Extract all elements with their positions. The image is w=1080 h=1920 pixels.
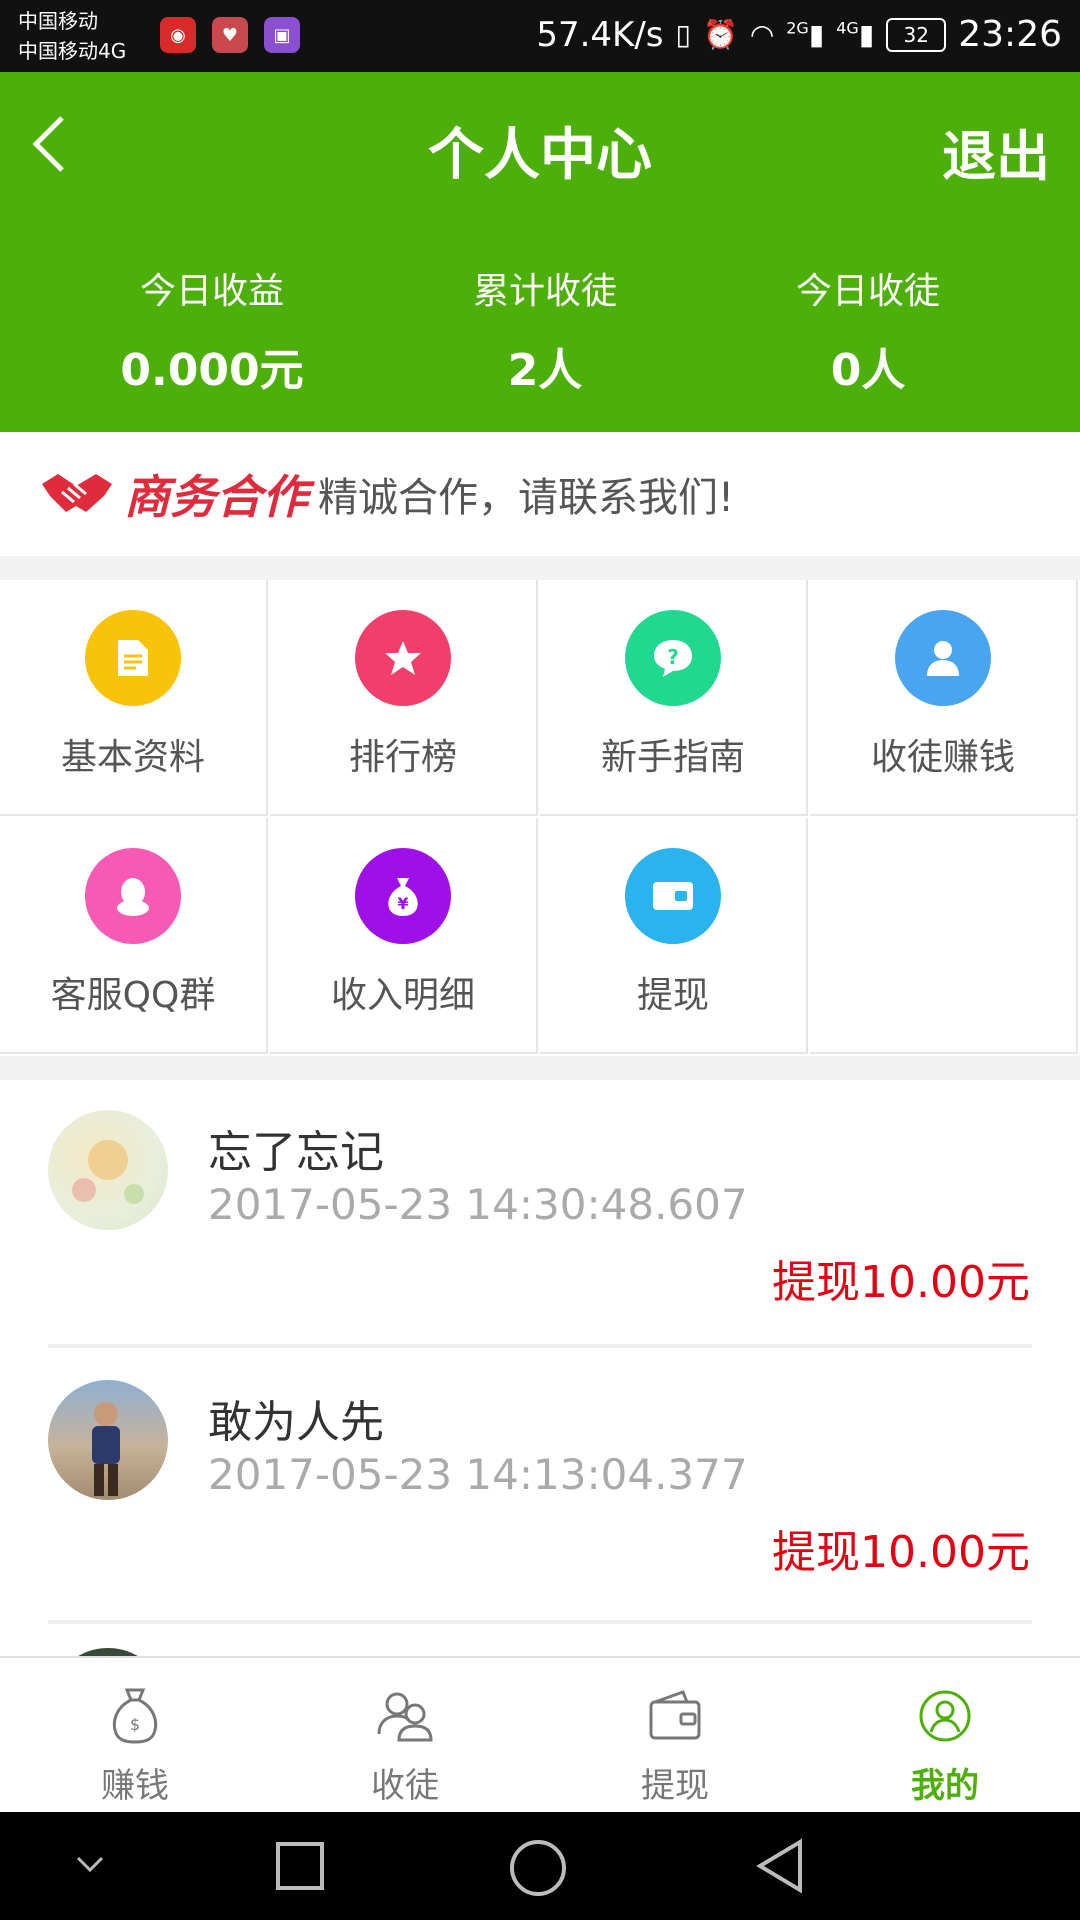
person-icon (895, 610, 991, 706)
menu-basic-info[interactable]: 基本资料 (0, 580, 268, 816)
stat-label: 累计收徒 (472, 271, 617, 312)
menu-empty-cell (810, 818, 1078, 1054)
business-cooperation-banner[interactable]: 商务合作 精诚合作，请联系我们! (0, 432, 1080, 556)
header: 个人中心 退出 今日收益 0.000元 累计收徒 2人 今日收徒 0人 (0, 72, 1080, 432)
tab-label: 我的 (911, 1766, 979, 1806)
svg-text:?: ? (667, 645, 679, 669)
divider (48, 1620, 1032, 1624)
menu-beginner-guide[interactable]: ? 新手指南 (540, 580, 808, 816)
back-button[interactable] (752, 1838, 808, 1894)
user-circle-icon (919, 1690, 971, 1742)
menu-ranking[interactable]: 排行榜 (270, 580, 538, 816)
document-icon (85, 610, 181, 706)
banner-text: 精诚合作，请联系我们! (318, 475, 735, 521)
banner-logo: 商务合作 (38, 461, 308, 527)
gallery-app-icon: ▣ (264, 17, 300, 53)
menu-label: 基本资料 (60, 737, 205, 778)
money-bag-icon: $ (112, 1688, 158, 1744)
status-bar: 中国移动 中国移动4G ◉ ♥ ▣ 57.4K/s ▯ ⏰ ◠ 2G▮ 4G▮ … (0, 0, 1080, 72)
wallet-icon (625, 848, 721, 944)
stat-value: 0.000元 (120, 345, 304, 396)
health-app-icon: ♥ (212, 17, 248, 53)
tab-mine[interactable]: 我的 (810, 1658, 1080, 1814)
signal-2g-icon: 2G▮ (786, 18, 825, 51)
record-name: 敢为人先 (208, 1397, 384, 1448)
stat-label: 今日收益 (139, 271, 284, 312)
stat-label: 今日收徒 (795, 271, 940, 312)
qq-penguin-icon (85, 848, 181, 944)
notification-icons: ◉ ♥ ▣ (160, 17, 300, 53)
menu-label: 提现 (636, 975, 709, 1016)
menu-label: 客服QQ群 (50, 975, 216, 1016)
tab-recruit[interactable]: 收徒 (270, 1658, 540, 1814)
clock: 23:26 (958, 14, 1062, 55)
tab-label: 收徒 (371, 1766, 439, 1806)
vibrate-icon: ▯ (675, 18, 691, 51)
battery-icon: 32 (886, 17, 947, 52)
star-icon (355, 610, 451, 706)
menu-label: 新手指南 (600, 737, 745, 778)
carrier-2: 中国移动4G (18, 39, 127, 63)
carrier-info: 中国移动 中国移动4G (18, 6, 126, 66)
stat-value: 2人 (507, 345, 583, 396)
status-right: 57.4K/s ▯ ⏰ ◠ 2G▮ 4G▮ 32 23:26 (536, 14, 1062, 55)
tab-withdraw[interactable]: 提现 (540, 1658, 810, 1814)
stat-total-disciples: 累计收徒 2人 (415, 262, 675, 398)
banner-brand: 商务合作 (124, 470, 308, 524)
stat-today-income: 今日收益 0.000元 (82, 262, 342, 398)
list-item[interactable]: 敢为人先 2017-05-23 14:13:04.377 提现10.00元 (0, 1350, 1080, 1620)
stat-today-disciples: 今日收徒 0人 (738, 262, 998, 398)
chevron-down-icon[interactable] (72, 1852, 108, 1876)
system-nav-bar (0, 1812, 1080, 1920)
avatar (48, 1380, 168, 1500)
carrier-1: 中国移动 (18, 9, 98, 33)
record-amount: 提现10.00元 (772, 1527, 1030, 1578)
menu-withdraw[interactable]: 提现 (540, 818, 808, 1054)
money-bag-icon: ¥ (355, 848, 451, 944)
alarm-icon: ⏰ (702, 18, 738, 51)
home-button[interactable] (508, 1838, 568, 1898)
tab-label: 赚钱 (101, 1766, 169, 1806)
tab-label: 提现 (641, 1766, 709, 1806)
menu-income-details[interactable]: ¥ 收入明细 (270, 818, 538, 1054)
menu-label: 收徒赚钱 (870, 737, 1015, 778)
page-title: 个人中心 (428, 123, 652, 188)
menu-recruit-earn[interactable]: 收徒赚钱 (810, 580, 1078, 816)
music-app-icon: ◉ (160, 17, 196, 53)
wifi-icon: ◠ (749, 18, 775, 51)
record-name: 忘了忘记 (208, 1127, 384, 1178)
withdraw-record-list: 忘了忘记 2017-05-23 14:30:48.607 提现10.00元 敢为… (0, 1080, 1080, 1660)
bottom-tab-bar: $ 赚钱 收徒 提现 我的 (0, 1656, 1080, 1814)
stat-value: 0人 (830, 345, 906, 396)
people-icon (377, 1692, 433, 1742)
tab-earn[interactable]: $ 赚钱 (0, 1658, 270, 1814)
svg-text:¥: ¥ (397, 894, 408, 913)
divider (48, 1344, 1032, 1348)
menu-label: 排行榜 (348, 737, 457, 778)
menu-label: 收入明细 (330, 975, 475, 1016)
record-amount: 提现10.00元 (772, 1257, 1030, 1308)
recent-apps-button[interactable] (272, 1838, 328, 1894)
signal-4g-icon: 4G▮ (836, 18, 875, 51)
help-bubble-icon: ? (625, 610, 721, 706)
list-item[interactable]: 忘了忘记 2017-05-23 14:30:48.607 提现10.00元 (0, 1080, 1080, 1350)
network-speed: 57.4K/s (536, 14, 664, 55)
svg-text:$: $ (130, 1715, 140, 1734)
record-time: 2017-05-23 14:30:48.607 (208, 1180, 748, 1229)
record-time: 2017-05-23 14:13:04.377 (208, 1450, 748, 1499)
avatar (48, 1110, 168, 1230)
logout-button[interactable]: 退出 (942, 112, 1050, 191)
menu-grid: 基本资料 排行榜 ? 新手指南 收徒赚钱 客服QQ群 ¥ 收入明细 提现 (0, 580, 1080, 1056)
handshake-icon (42, 474, 112, 512)
menu-qq-group[interactable]: 客服QQ群 (0, 818, 268, 1054)
wallet-icon (649, 1690, 701, 1740)
